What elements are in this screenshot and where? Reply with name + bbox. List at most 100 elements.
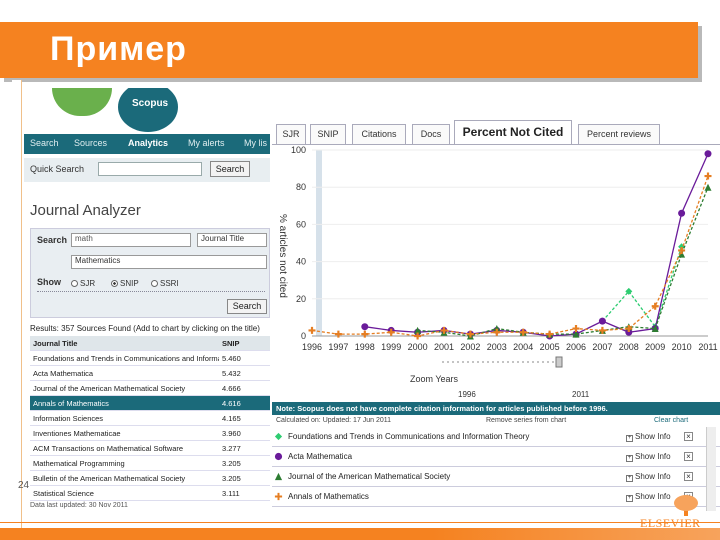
table-row[interactable]: Foundations and Trends in Communications…	[30, 351, 270, 366]
journal-title-cell[interactable]: Bulletin of the American Mathematical So…	[33, 474, 219, 483]
tab-sjr[interactable]: SJR	[276, 124, 306, 144]
table-row[interactable]: Mathematical Programming 3.205	[30, 456, 270, 471]
tab-percent-reviews[interactable]: Percent reviews	[578, 124, 660, 144]
table-row[interactable]: ACM Transactions on Mathematical Softwar…	[30, 441, 270, 456]
table-row[interactable]: Annals of Mathematics 4.616	[30, 396, 270, 411]
search-type-select[interactable]: Journal Title	[197, 233, 267, 247]
table-row[interactable]: Information Sciences 4.165	[30, 411, 270, 426]
scopus-panel: Scopus Search Sources Analytics My alert…	[24, 88, 270, 512]
remove-series-icon[interactable]: ×	[684, 472, 693, 481]
nav-my-alerts[interactable]: My alerts	[188, 138, 225, 148]
tabs-underline	[272, 144, 720, 145]
table-row[interactable]: Journal of the American Mathematical Soc…	[30, 381, 270, 396]
quick-search-input[interactable]	[98, 162, 202, 176]
remove-series-icon[interactable]: ×	[684, 452, 693, 461]
radio-snip[interactable]: SNIP	[111, 279, 139, 288]
snip-value-cell: 4.666	[222, 384, 241, 393]
series-legend-row[interactable]: Journal of the American Mathematical Soc…	[272, 467, 720, 487]
x-tick-label: 2000	[408, 342, 428, 352]
data-point	[334, 330, 342, 338]
y-tick-label: 100	[291, 146, 306, 155]
y-tick-label: 0	[301, 331, 306, 341]
nav-analytics[interactable]: Analytics	[128, 138, 168, 148]
data-point	[572, 325, 580, 333]
chart-panel: SJR SNIP Citations Docs Percent Not Cite…	[272, 118, 720, 402]
citation-note: Note: Scopus does not have complete cita…	[272, 402, 720, 415]
radio-ssri[interactable]: SSRI	[151, 279, 179, 288]
table-row[interactable]: Acta Mathematica 5.432	[30, 366, 270, 381]
zoom-from[interactable]: 1996	[458, 390, 476, 399]
show-info-link[interactable]: + Show Info	[626, 432, 671, 442]
journal-title-cell[interactable]: Inventiones Mathematicae	[33, 429, 219, 438]
show-info-link[interactable]: + Show Info	[626, 472, 671, 482]
tab-percent-not-cited[interactable]: Percent Not Cited	[454, 120, 572, 144]
quick-search-button[interactable]: Search	[210, 161, 250, 177]
nav-sources[interactable]: Sources	[74, 138, 107, 148]
journal-title-cell[interactable]: Foundations and Trends in Communications…	[33, 354, 219, 363]
journal-title-cell[interactable]: Mathematical Programming	[33, 459, 219, 468]
journal-title-cell[interactable]: ACM Transactions on Mathematical Softwar…	[33, 444, 219, 453]
form-divider	[37, 291, 265, 292]
data-point	[704, 172, 712, 180]
series-scrollbar[interactable]	[706, 427, 716, 511]
x-tick-label: 2001	[434, 342, 454, 352]
tab-citations[interactable]: Citations	[352, 124, 406, 144]
series-legend-row[interactable]: Foundations and Trends in Communications…	[272, 427, 720, 447]
elsevier-tree-icon	[674, 495, 698, 516]
y-tick-label: 80	[296, 182, 306, 192]
table-row[interactable]: Bulletin of the American Mathematical So…	[30, 471, 270, 486]
subject-area-select[interactable]: Mathematics	[71, 255, 267, 269]
series-marker-icon	[274, 452, 283, 461]
quick-search-label: Quick Search	[30, 164, 85, 174]
tab-snip[interactable]: SNIP	[310, 124, 346, 144]
journal-title-cell[interactable]: Statistical Science	[33, 489, 219, 498]
x-tick-label: 2009	[645, 342, 665, 352]
expand-icon: +	[626, 455, 633, 462]
percent-not-cited-chart: 0 20 40 60 80 100 1996 1997 1998 1999 2000 2001 2002…	[291, 146, 718, 368]
table-row[interactable]: Statistical Science 3.111	[30, 486, 270, 501]
zoom-slider-handle	[555, 356, 563, 368]
clear-chart-link[interactable]: Clear chart	[654, 417, 688, 424]
radio-sjr[interactable]: SJR	[71, 279, 95, 288]
snip-value-cell: 4.616	[222, 399, 241, 408]
data-point	[704, 150, 712, 158]
slide-title-bar: Пример	[0, 22, 698, 78]
expand-icon: +	[626, 435, 633, 442]
expand-icon: +	[626, 475, 633, 482]
nav-search[interactable]: Search	[30, 138, 59, 148]
series-name: Annals of Mathematics	[288, 492, 369, 501]
snip-value-cell: 3.960	[222, 429, 241, 438]
series-line	[311, 175, 709, 337]
left-accent-bar	[12, 80, 22, 540]
show-info-link[interactable]: + Show Info	[626, 452, 671, 462]
series-legend-row[interactable]: Annals of Mathematics+Show Info×	[272, 487, 720, 507]
journal-title-cell[interactable]: Journal of the American Mathematical Soc…	[33, 384, 219, 393]
snip-value-cell: 3.205	[222, 459, 241, 468]
snip-value-cell: 3.277	[222, 444, 241, 453]
journal-title-cell[interactable]: Information Sciences	[33, 414, 219, 423]
x-tick-label: 2005	[540, 342, 560, 352]
zoom-to[interactable]: 2011	[572, 390, 589, 399]
x-tick-label: 2007	[592, 342, 612, 352]
table-header: Journal Title SNIP	[30, 336, 270, 351]
series-line	[364, 153, 709, 337]
journal-title-cell[interactable]: Acta Mathematica	[33, 369, 219, 378]
series-name: Foundations and Trends in Communications…	[288, 432, 530, 441]
results-count: Results: 357 Sources Found (Add to chart…	[30, 324, 260, 333]
header-journal-title[interactable]: Journal Title	[33, 339, 219, 348]
data-point	[598, 317, 606, 325]
snip-value-cell: 4.165	[222, 414, 241, 423]
journal-search-button[interactable]: Search	[227, 299, 267, 314]
remove-series-icon[interactable]: ×	[684, 432, 693, 441]
series-legend-row[interactable]: Acta Mathematica + Show Info ×	[272, 447, 720, 467]
series-marker-icon	[274, 492, 283, 501]
nav-my-list[interactable]: My lis	[244, 138, 267, 148]
remove-series-link[interactable]: Remove series from chart	[486, 417, 566, 424]
journal-title-cell[interactable]: Annals of Mathematics	[33, 399, 219, 408]
table-row[interactable]: Inventiones Mathematicae 3.960	[30, 426, 270, 441]
tab-docs[interactable]: Docs	[412, 124, 450, 144]
header-snip[interactable]: SNIP	[222, 339, 266, 348]
journal-search-input[interactable]: math	[71, 233, 191, 247]
show-info-link[interactable]: + Show Info	[626, 492, 671, 502]
logo-text: Scopus	[132, 98, 169, 109]
